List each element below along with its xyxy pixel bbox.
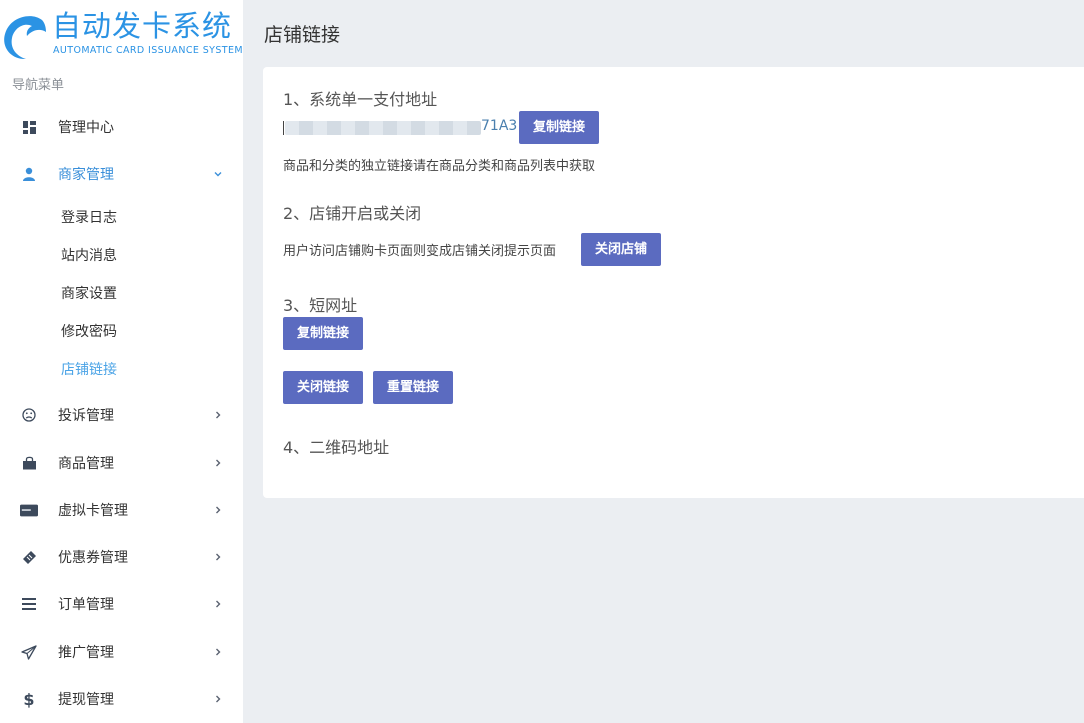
sidebar-item-withdrawal[interactable]: $ 提现管理 — [0, 676, 243, 722]
dashboard-icon — [20, 118, 38, 136]
paper-plane-icon — [20, 643, 38, 661]
sidebar-item-products[interactable]: 商品管理 — [0, 440, 243, 486]
pay-url-note: 商品和分类的独立链接请在商品分类和商品列表中获取 — [283, 159, 596, 174]
dollar-icon: $ — [23, 689, 35, 709]
sidebar-item-label: 虚拟卡管理 — [58, 503, 128, 519]
sidebar-item-coupons[interactable]: 优惠券管理 — [0, 534, 243, 580]
shop-link-card: 1、系统单一支付地址 71A3 复制链接 商品和分类的独立链接请在商品分类和商品… — [263, 67, 1084, 498]
pay-url-text[interactable]: 71A3 — [283, 117, 519, 141]
chevron-right-icon — [211, 550, 225, 564]
copy-pay-url-button[interactable]: 复制链接 — [519, 111, 600, 144]
text-cursor — [283, 121, 284, 135]
brand-subtitle: AUTOMATIC CARD ISSUANCE SYSTEM — [53, 45, 243, 56]
brand-logo[interactable]: 自动发卡系统 AUTOMATIC CARD ISSUANCE SYSTEM — [0, 0, 243, 64]
sidebar-item-orders[interactable]: 订单管理 — [0, 581, 243, 627]
chevron-down-icon — [211, 167, 225, 181]
ticket-icon — [20, 548, 38, 566]
sidebar-subitem-login-log[interactable]: 登录日志 — [61, 207, 117, 229]
copy-short-url-button[interactable]: 复制链接 — [283, 317, 364, 350]
close-shop-button[interactable]: 关闭店铺 — [581, 233, 662, 266]
sidebar-item-virtual-card[interactable]: 虚拟卡管理 — [0, 487, 243, 533]
sidebar-item-label: 优惠券管理 — [58, 550, 128, 566]
shop-toggle-note: 用户访问店铺购卡页面则变成店铺关闭提示页面 — [283, 244, 557, 259]
redacted-url — [285, 121, 481, 135]
chevron-right-icon — [211, 645, 225, 659]
sidebar-subitem-merchant-settings[interactable]: 商家设置 — [61, 283, 117, 305]
close-short-url-button[interactable]: 关闭链接 — [283, 371, 364, 404]
chevron-right-icon — [211, 597, 225, 611]
sidebar-item-complaints[interactable]: 投诉管理 — [0, 392, 243, 438]
sidebar-item-label: 商品管理 — [58, 456, 114, 472]
section-qr-title: 4、二维码地址 — [283, 438, 390, 457]
sidebar-item-dashboard[interactable]: 管理中心 — [0, 104, 243, 150]
user-icon — [20, 165, 38, 183]
sidebar-item-promotion[interactable]: 推广管理 — [0, 629, 243, 675]
sidebar-item-merchant[interactable]: 商家管理 — [0, 151, 243, 197]
shopping-bag-icon — [20, 454, 38, 472]
section-pay-url-title: 1、系统单一支付地址 — [283, 90, 438, 109]
sidebar-subitem-change-password[interactable]: 修改密码 — [61, 321, 117, 343]
card-icon — [20, 501, 38, 519]
section-shop-toggle-title: 2、店铺开启或关闭 — [283, 204, 422, 223]
chevron-right-icon — [211, 692, 225, 706]
page-title: 店铺链接 — [264, 24, 341, 46]
chevron-right-icon — [211, 456, 225, 470]
chevron-right-icon — [211, 503, 225, 517]
chevron-right-icon — [211, 408, 225, 422]
sidebar: 自动发卡系统 AUTOMATIC CARD ISSUANCE SYSTEM 导航… — [0, 0, 243, 723]
logo-mark-icon — [4, 16, 46, 60]
reset-short-url-button[interactable]: 重置链接 — [373, 371, 454, 404]
sidebar-item-label: 提现管理 — [58, 692, 114, 708]
sidebar-item-label: 投诉管理 — [58, 408, 114, 424]
brand-title: 自动发卡系统 — [52, 9, 233, 43]
pay-url-tail: 71A3 — [481, 118, 518, 134]
list-icon — [20, 595, 38, 613]
section-short-url-title: 3、短网址 — [283, 296, 358, 315]
sidebar-item-label: 推广管理 — [58, 645, 114, 661]
nav-heading: 导航菜单 — [12, 78, 65, 93]
sidebar-subitem-shop-link[interactable]: 店铺链接 — [61, 359, 117, 381]
sidebar-item-label: 订单管理 — [58, 597, 114, 613]
frown-icon — [20, 406, 38, 424]
sidebar-item-label: 商家管理 — [58, 167, 114, 183]
sidebar-item-label: 管理中心 — [58, 120, 114, 136]
sidebar-subitem-messages[interactable]: 站内消息 — [61, 245, 117, 267]
